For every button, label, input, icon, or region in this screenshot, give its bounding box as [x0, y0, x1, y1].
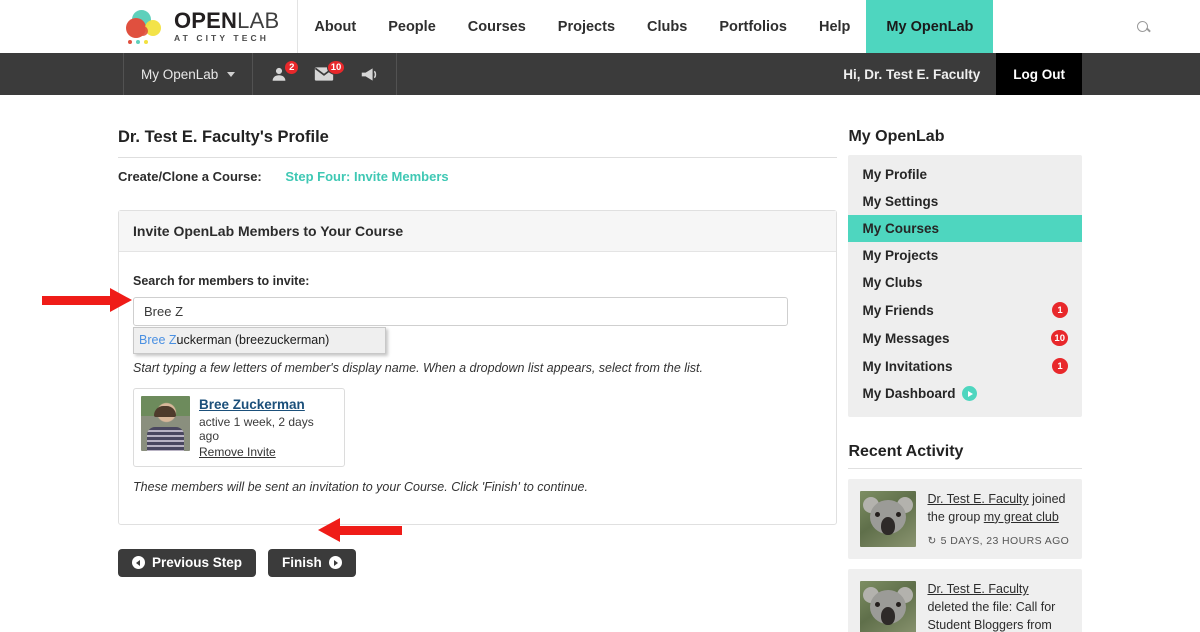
- logo-wordmark: OPENLAB AT CITY TECH: [174, 10, 279, 43]
- finish-button[interactable]: Finish: [268, 548, 356, 577]
- breadcrumb-current-step: Step Four: Invite Members: [285, 169, 449, 184]
- search-hint-text: Start typing a few letters of member's d…: [133, 360, 704, 375]
- activity-text: Dr. Test E. Faculty joined the group my …: [927, 491, 1070, 527]
- user-greeting: Hi, Dr. Test E. Faculty: [843, 66, 981, 82]
- user-subnav: My OpenLab 2 10 Hi, Dr. Test E. Faculty …: [0, 53, 1200, 95]
- sidebar-item-my-messages[interactable]: My Messages 10: [848, 324, 1082, 352]
- breadcrumb-label: Create/Clone a Course:: [118, 169, 262, 184]
- recent-activity-title: Recent Activity: [848, 443, 1082, 469]
- logo-title-light: LAB: [237, 8, 280, 34]
- sidebar-item-label: My Invitations: [862, 358, 953, 374]
- logo-subtitle: AT CITY TECH: [174, 33, 269, 44]
- friends-badge: 2: [284, 60, 300, 75]
- openlab-logo-icon: [123, 9, 165, 45]
- invite-panel: Invite OpenLab Members to Your Course Se…: [118, 210, 838, 525]
- breadcrumb: Create/Clone a Course: Step Four: Invite…: [118, 169, 837, 184]
- nav-item-clubs[interactable]: Clubs: [631, 0, 703, 53]
- messages-badge: 10: [326, 60, 346, 75]
- wizard-actions: Previous Step Finish: [118, 548, 837, 577]
- activity-avatar: [860, 491, 917, 547]
- messages-notifications-button[interactable]: 10: [301, 53, 347, 95]
- previous-step-button[interactable]: Previous Step: [118, 548, 257, 577]
- finish-label: Finish: [282, 555, 322, 571]
- sidebar-item-label: My Dashboard: [862, 386, 956, 401]
- chevron-down-icon: [227, 71, 236, 77]
- sidebar-item-label: My Clubs: [862, 275, 923, 290]
- megaphone-icon: [362, 67, 377, 81]
- sidebar-item-label: My Friends: [862, 302, 934, 318]
- page-body: Dr. Test E. Faculty's Profile Create/Clo…: [0, 95, 1200, 632]
- search-field-label: Search for members to invite:: [133, 274, 310, 288]
- suggestion-remaining-text: uckerman (breezuckerman): [176, 333, 330, 347]
- sidebar-item-my-clubs[interactable]: My Clubs: [848, 269, 1082, 296]
- remove-invite-link[interactable]: Remove Invite: [199, 445, 337, 459]
- annotation-arrow-to-finish-button: [318, 518, 402, 543]
- subnav-my-openlab-menu[interactable]: My OpenLab: [123, 53, 254, 95]
- site-logo[interactable]: OPENLAB AT CITY TECH: [0, 0, 299, 53]
- arrow-right-circle-icon: [962, 386, 978, 401]
- suggestion-matched-text: Bree Z: [139, 333, 177, 347]
- member-last-active: active 1 week, 2 days ago: [199, 414, 314, 443]
- nav-item-my-openlab[interactable]: My OpenLab: [866, 0, 994, 53]
- sidebar-menu: My Profile My Settings My Courses My Pro…: [848, 155, 1082, 417]
- page-title: Dr. Test E. Faculty's Profile: [118, 128, 838, 158]
- activity-avatar: [860, 581, 917, 632]
- site-header: OPENLAB AT CITY TECH About People Course…: [0, 0, 1200, 53]
- member-search-input[interactable]: [133, 297, 788, 326]
- invited-member-card: Bree Zuckerman active 1 week, 2 days ago…: [133, 387, 345, 467]
- arrow-left-icon: [132, 556, 145, 570]
- sidebar-item-label: My Courses: [862, 221, 939, 236]
- activity-actor-link[interactable]: Dr. Test E. Faculty: [927, 492, 1028, 506]
- main-content: Dr. Test E. Faculty's Profile Create/Clo…: [118, 128, 838, 632]
- sidebar-item-my-invitations[interactable]: My Invitations 1: [848, 352, 1082, 380]
- nav-item-portfolios[interactable]: Portfolios: [703, 0, 803, 53]
- sidebar-badge-invitations: 1: [1052, 358, 1068, 374]
- sidebar-item-label: My Profile: [862, 167, 927, 182]
- sidebar-title: My OpenLab: [848, 128, 945, 145]
- sidebar-item-my-profile[interactable]: My Profile: [848, 161, 1082, 188]
- activity-text: Dr. Test E. Faculty deleted the file: Ca…: [927, 581, 1070, 632]
- clock-icon: ↻: [927, 534, 937, 547]
- sidebar-item-label: My Settings: [862, 194, 939, 209]
- sidebar-item-my-projects[interactable]: My Projects: [848, 242, 1082, 269]
- activity-actor-link[interactable]: Dr. Test E. Faculty: [927, 582, 1028, 596]
- nav-item-about[interactable]: About: [298, 0, 372, 53]
- autocomplete-suggestion[interactable]: Bree Zuckerman (breezuckerman): [133, 327, 386, 354]
- nav-item-courses[interactable]: Courses: [452, 0, 542, 53]
- sidebar-badge-friends: 1: [1052, 302, 1068, 318]
- activity-time-text: 5 DAYS, 23 HOURS AGO: [940, 534, 1070, 547]
- friends-notifications-button[interactable]: 2: [257, 53, 301, 95]
- invite-panel-title: Invite OpenLab Members to Your Course: [119, 211, 837, 252]
- invite-note-text: These members will be sent an invitation…: [133, 479, 588, 494]
- sidebar-item-label: My Projects: [862, 248, 939, 263]
- previous-step-label: Previous Step: [152, 555, 243, 571]
- activity-target-link[interactable]: my great club: [984, 510, 1059, 524]
- activity-item: Dr. Test E. Faculty deleted the file: Ca…: [848, 569, 1082, 632]
- nav-item-help[interactable]: Help: [803, 0, 866, 53]
- search-icon[interactable]: [1122, 0, 1162, 53]
- nav-item-projects[interactable]: Projects: [542, 0, 631, 53]
- activity-item: Dr. Test E. Faculty joined the group my …: [848, 479, 1082, 559]
- sidebar-item-label: My Messages: [862, 330, 950, 346]
- annotation-arrow-to-search-input: [42, 288, 132, 313]
- member-avatar: [141, 395, 190, 451]
- member-name-link[interactable]: Bree Zuckerman: [199, 397, 337, 412]
- main-navigation: About People Courses Projects Clubs Port…: [298, 0, 994, 53]
- nav-item-people[interactable]: People: [372, 0, 452, 53]
- sidebar-item-my-friends[interactable]: My Friends 1: [848, 296, 1082, 324]
- subnav-my-openlab-label: My OpenLab: [141, 66, 219, 82]
- arrow-right-icon: [328, 556, 342, 570]
- logo-title-bold: OPEN: [174, 8, 238, 34]
- sidebar-item-my-courses[interactable]: My Courses: [848, 215, 1082, 242]
- sidebar: My OpenLab My Profile My Settings My Cou…: [848, 128, 1082, 632]
- announcements-button[interactable]: [347, 53, 392, 95]
- logout-button[interactable]: Log Out: [996, 53, 1082, 95]
- sidebar-badge-messages: 10: [1051, 330, 1068, 346]
- activity-text-middle: deleted the file: Call for Student Blogg…: [927, 599, 1056, 632]
- sidebar-item-my-dashboard[interactable]: My Dashboard: [848, 380, 1082, 407]
- activity-timestamp: ↻ 5 DAYS, 23 HOURS AGO: [927, 535, 1070, 547]
- sidebar-item-my-settings[interactable]: My Settings: [848, 188, 1082, 215]
